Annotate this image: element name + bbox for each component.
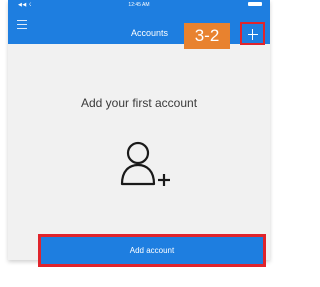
- page-title: Accounts: [131, 28, 169, 38]
- hamburger-menu-icon[interactable]: [17, 20, 27, 29]
- app-header: ◀◀ ☇ 12:45 AM Accounts: [8, 0, 270, 44]
- plus-icon: [248, 34, 258, 35]
- status-time: 12:45 AM: [128, 2, 150, 8]
- plus-icon-vertical: [252, 29, 253, 40]
- add-account-plus-button[interactable]: [240, 22, 265, 45]
- add-person-icon: [120, 141, 170, 186]
- battery-icon: [248, 2, 262, 6]
- add-account-button[interactable]: Add account: [41, 237, 263, 264]
- add-account-highlight[interactable]: Add account: [38, 234, 266, 267]
- phone-screen: ◀◀ ☇ 12:45 AM Accounts Add your first ac…: [8, 0, 270, 260]
- step-badge: 3-2: [184, 23, 230, 49]
- empty-state-heading: Add your first account: [80, 96, 198, 110]
